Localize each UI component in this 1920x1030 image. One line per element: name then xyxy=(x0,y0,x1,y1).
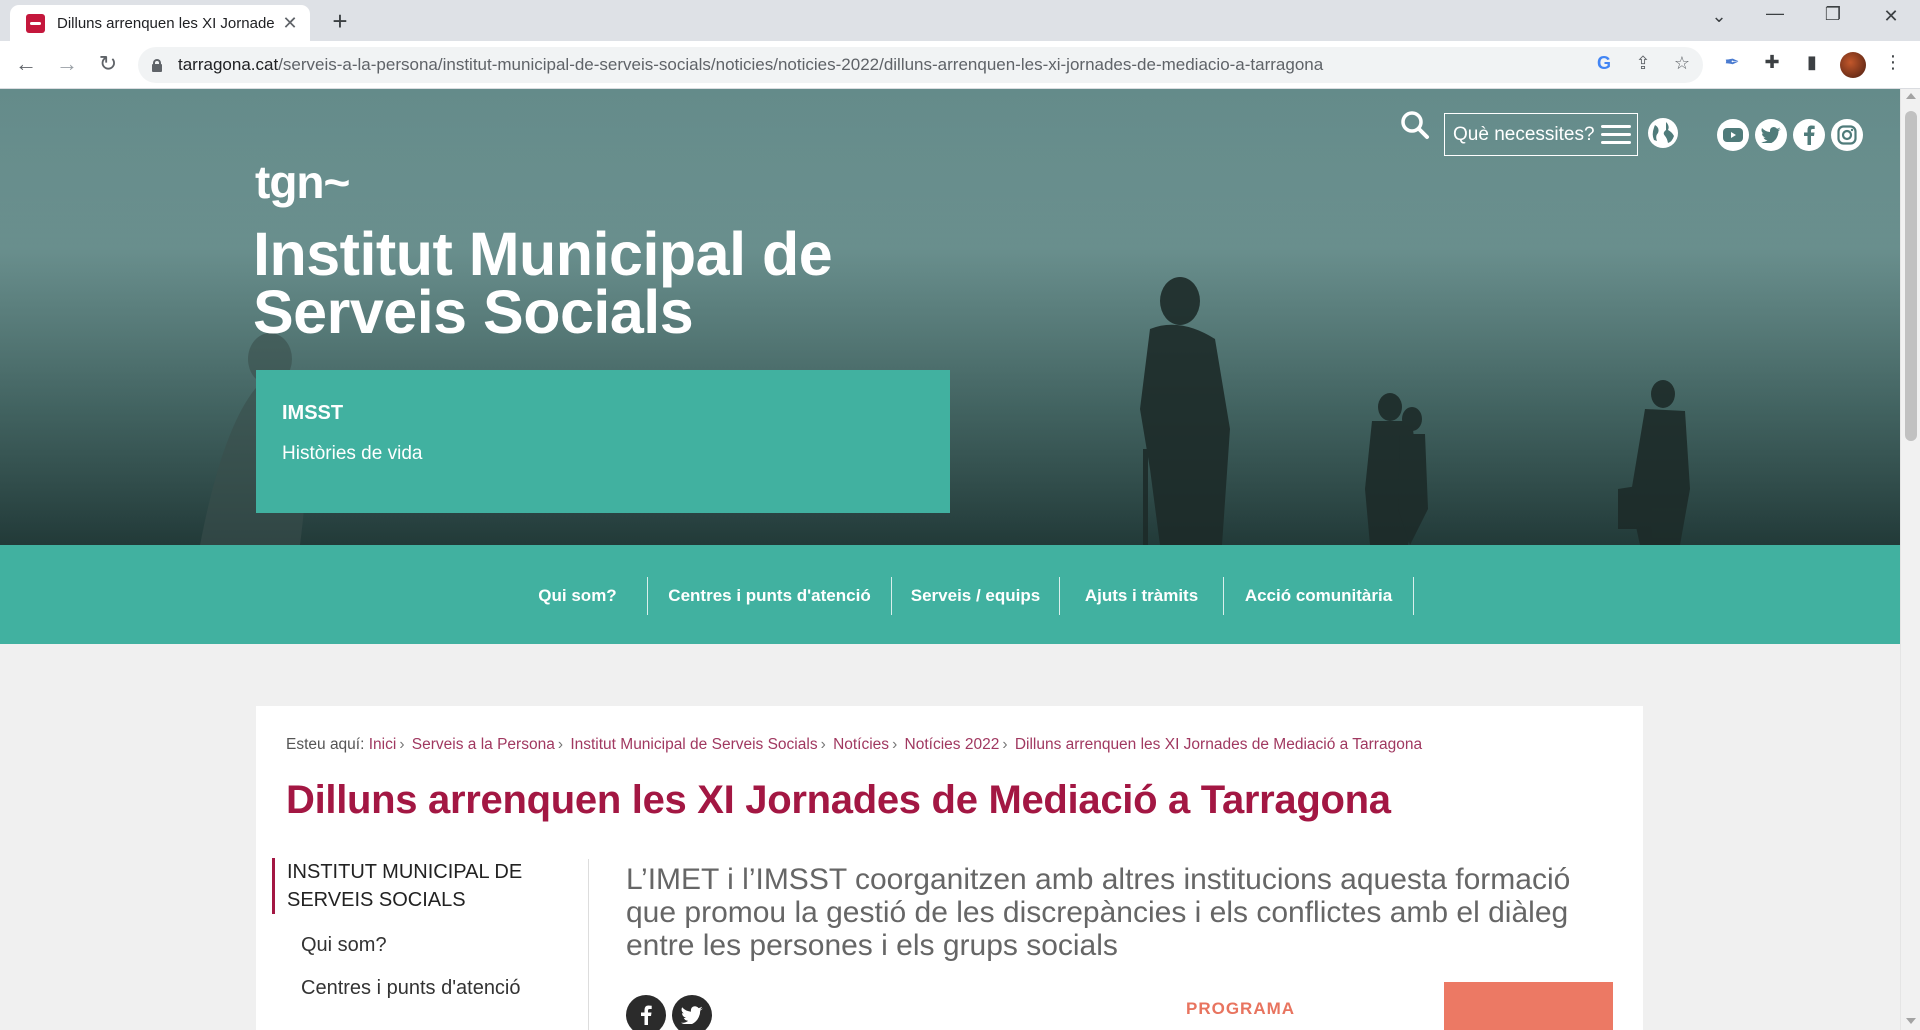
tab-title: Dilluns arrenquen les XI Jornades de Med… xyxy=(57,14,275,32)
share-icon[interactable]: ⇪ xyxy=(1631,53,1655,74)
menu-button-label: Què necessites? xyxy=(1453,123,1595,145)
extensions-puzzle-icon[interactable]: ✚ xyxy=(1759,52,1785,73)
share-facebook-icon[interactable] xyxy=(626,995,666,1030)
breadcrumb-link[interactable]: Notícies 2022 xyxy=(905,736,1000,753)
minimize-button[interactable]: — xyxy=(1760,3,1790,24)
bookmark-star-icon[interactable]: ☆ xyxy=(1670,53,1694,74)
institute-title: Institut Municipal de Serveis Socials xyxy=(253,220,833,346)
breadcrumb-link[interactable]: Notícies xyxy=(833,736,889,753)
browser-tab[interactable]: Dilluns arrenquen les XI Jornades de Med… xyxy=(10,5,310,41)
instagram-icon[interactable] xyxy=(1831,119,1863,151)
main-navigation: Qui som? Centres i punts d'atenció Serve… xyxy=(0,545,1900,644)
breadcrumb-current[interactable]: Dilluns arrenquen les XI Jornades de Med… xyxy=(1015,736,1422,753)
tab-search-icon[interactable]: ⌄ xyxy=(1704,6,1734,27)
scroll-up-arrow-icon[interactable] xyxy=(1906,93,1916,99)
scroll-down-arrow-icon[interactable] xyxy=(1906,1018,1916,1024)
lock-icon[interactable] xyxy=(152,58,162,72)
back-button[interactable]: ← xyxy=(12,51,40,77)
facebook-icon[interactable] xyxy=(1793,119,1825,151)
browser-menu-icon[interactable]: ⋮ xyxy=(1880,52,1906,73)
nav-item-accio-comunitaria[interactable]: Acció comunitària xyxy=(1224,577,1414,615)
breadcrumb: Esteu aquí: Inici › Serveis a la Persona ›… xyxy=(286,736,1423,753)
share-twitter-icon[interactable] xyxy=(672,995,712,1030)
profile-avatar[interactable] xyxy=(1840,52,1866,78)
new-tab-button[interactable]: + xyxy=(326,8,354,36)
breadcrumb-link[interactable]: Serveis a la Persona xyxy=(412,736,555,753)
reload-button[interactable]: ↻ xyxy=(94,51,122,77)
page-title: Dilluns arrenquen les XI Jornades de Med… xyxy=(286,778,1391,822)
hero-utility-bar: Què necessites? xyxy=(0,102,1900,156)
globe-icon[interactable] xyxy=(1646,116,1680,150)
google-translate-icon[interactable]: G xyxy=(1592,53,1616,74)
close-window-button[interactable]: ✕ xyxy=(1876,6,1906,27)
section-sidebar: INSTITUT MUNICIPAL DE SERVEIS SOCIALS Qu… xyxy=(272,858,572,1000)
side-panel-icon[interactable]: ▮ xyxy=(1799,52,1825,73)
sidebar-heading[interactable]: INSTITUT MUNICIPAL DE SERVEIS SOCIALS xyxy=(272,858,572,914)
tgn-logo[interactable]: tgn~ xyxy=(255,155,350,209)
twitter-icon[interactable] xyxy=(1755,119,1787,151)
address-bar[interactable]: tarragona.cat/serveis-a-la-persona/insti… xyxy=(138,47,1703,83)
nav-item-serveis[interactable]: Serveis / equips xyxy=(892,577,1060,615)
breadcrumb-link[interactable]: Institut Municipal de Serveis Socials xyxy=(570,736,817,753)
youtube-icon[interactable] xyxy=(1717,119,1749,151)
extension-feather-icon[interactable]: ✒ xyxy=(1719,52,1745,73)
browser-toolbar: ← → ↻ tarragona.cat/serveis-a-la-persona… xyxy=(0,41,1920,89)
page-scrollbar[interactable] xyxy=(1900,89,1920,1030)
scrollbar-thumb[interactable] xyxy=(1905,111,1917,441)
feature-box-subtitle: Històries de vida xyxy=(282,443,423,464)
restore-button[interactable]: ❐ xyxy=(1818,4,1848,25)
page-viewport: Què necessites? tgn~ Institut Municipal … xyxy=(0,89,1900,1030)
nav-item-centres[interactable]: Centres i punts d'atenció xyxy=(648,577,892,615)
site-favicon-icon xyxy=(26,13,45,33)
whats-needed-menu-button[interactable]: Què necessites? xyxy=(1444,113,1638,156)
program-poster-image[interactable] xyxy=(1444,982,1613,1030)
forward-button[interactable]: → xyxy=(53,51,81,77)
tab-close-icon[interactable]: ✕ xyxy=(280,13,300,34)
article-container: Esteu aquí: Inici › Serveis a la Persona ›… xyxy=(256,706,1643,1030)
breadcrumb-link[interactable]: Inici xyxy=(369,736,397,753)
hamburger-icon xyxy=(1600,124,1631,145)
nav-item-qui-som[interactable]: Qui som? xyxy=(508,577,648,615)
nav-item-ajuts[interactable]: Ajuts i tràmits xyxy=(1060,577,1224,615)
sidebar-item-qui-som[interactable]: Qui som? xyxy=(272,934,572,957)
column-divider xyxy=(588,859,589,1030)
program-label: PROGRAMA xyxy=(1186,999,1296,1018)
url-text: tarragona.cat/serveis-a-la-persona/insti… xyxy=(178,55,1324,74)
sidebar-item-centres[interactable]: Centres i punts d'atenció xyxy=(272,977,572,1000)
search-icon[interactable] xyxy=(1400,110,1430,140)
hero-feature-box[interactable]: IMSST Històries de vida xyxy=(256,370,950,513)
hero-banner: Què necessites? tgn~ Institut Municipal … xyxy=(0,89,1900,545)
article-lead: L’IMET i l’IMSST coorganitzen amb altres… xyxy=(626,863,1571,962)
breadcrumb-prefix: Esteu aquí: xyxy=(286,736,365,753)
browser-tab-strip: Dilluns arrenquen les XI Jornades de Med… xyxy=(0,0,1920,41)
feature-box-title: IMSST xyxy=(282,402,344,424)
